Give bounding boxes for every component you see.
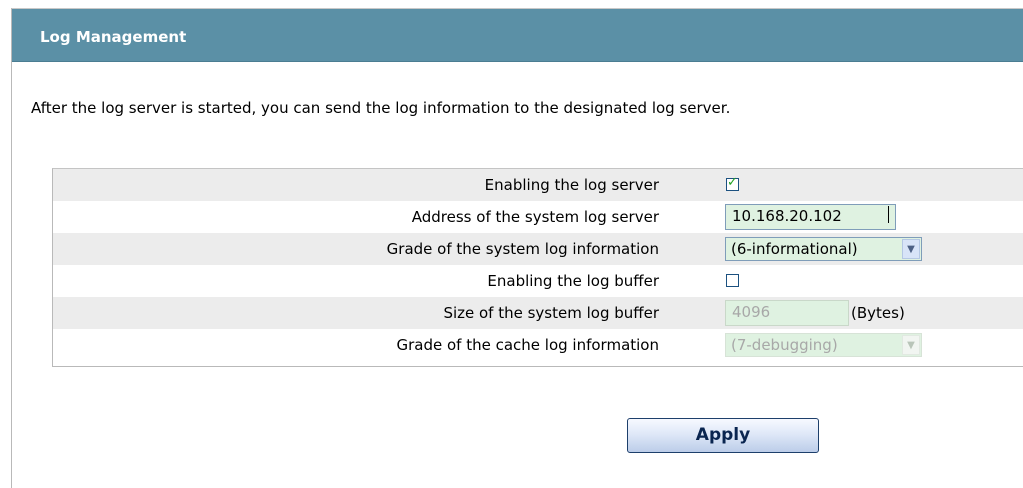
log-buffer-size-label: Size of the system log buffer	[443, 304, 659, 322]
checkmark-icon: ✓	[727, 175, 738, 190]
enable-log-server-checkbox[interactable]: ✓	[726, 175, 739, 191]
cache-log-grade-label: Grade of the cache log information	[396, 336, 659, 354]
system-log-grade-label: Grade of the system log information	[386, 240, 659, 258]
enable-log-server-label: Enabling the log server	[484, 176, 659, 194]
settings-table: Enabling the log server ✓ Address of the…	[52, 168, 1023, 367]
system-log-grade-value: (6-informational)	[731, 240, 858, 258]
row-log-buffer-size: Size of the system log buffer 4096 (Byte…	[53, 297, 1023, 329]
row-enable-log-buffer: Enabling the log buffer	[53, 265, 1023, 297]
intro-text: After the log server is started, you can…	[31, 99, 731, 117]
text-caret	[888, 206, 889, 223]
chevron-down-icon[interactable]: ▼	[902, 335, 920, 355]
system-log-grade-select[interactable]: (6-informational) ▼	[725, 237, 922, 261]
row-system-log-grade: Grade of the system log information (6-i…	[53, 233, 1023, 265]
cache-log-grade-value: (7-debugging)	[731, 336, 838, 354]
enable-log-buffer-label: Enabling the log buffer	[487, 272, 659, 290]
log-buffer-size-unit: (Bytes)	[851, 304, 905, 322]
page-title: Log Management	[40, 28, 187, 46]
apply-button[interactable]: Apply	[627, 418, 819, 453]
log-server-address-label: Address of the system log server	[411, 208, 659, 226]
cache-log-grade-select[interactable]: (7-debugging) ▼	[725, 333, 922, 357]
log-server-address-input[interactable]: 10.168.20.102	[725, 204, 896, 230]
row-enable-log-server: Enabling the log server ✓	[53, 169, 1023, 201]
title-bar: Log Management	[12, 9, 1023, 62]
log-buffer-size-value: 4096	[732, 303, 771, 321]
enable-log-buffer-checkbox[interactable]	[726, 274, 739, 287]
chevron-down-icon[interactable]: ▼	[902, 239, 920, 259]
row-log-server-address: Address of the system log server 10.168.…	[53, 201, 1023, 233]
row-cache-log-grade: Grade of the cache log information (7-de…	[53, 329, 1023, 361]
log-buffer-size-input[interactable]: 4096	[725, 300, 849, 326]
log-server-address-value: 10.168.20.102	[732, 207, 842, 225]
frame-left-border	[11, 8, 12, 488]
